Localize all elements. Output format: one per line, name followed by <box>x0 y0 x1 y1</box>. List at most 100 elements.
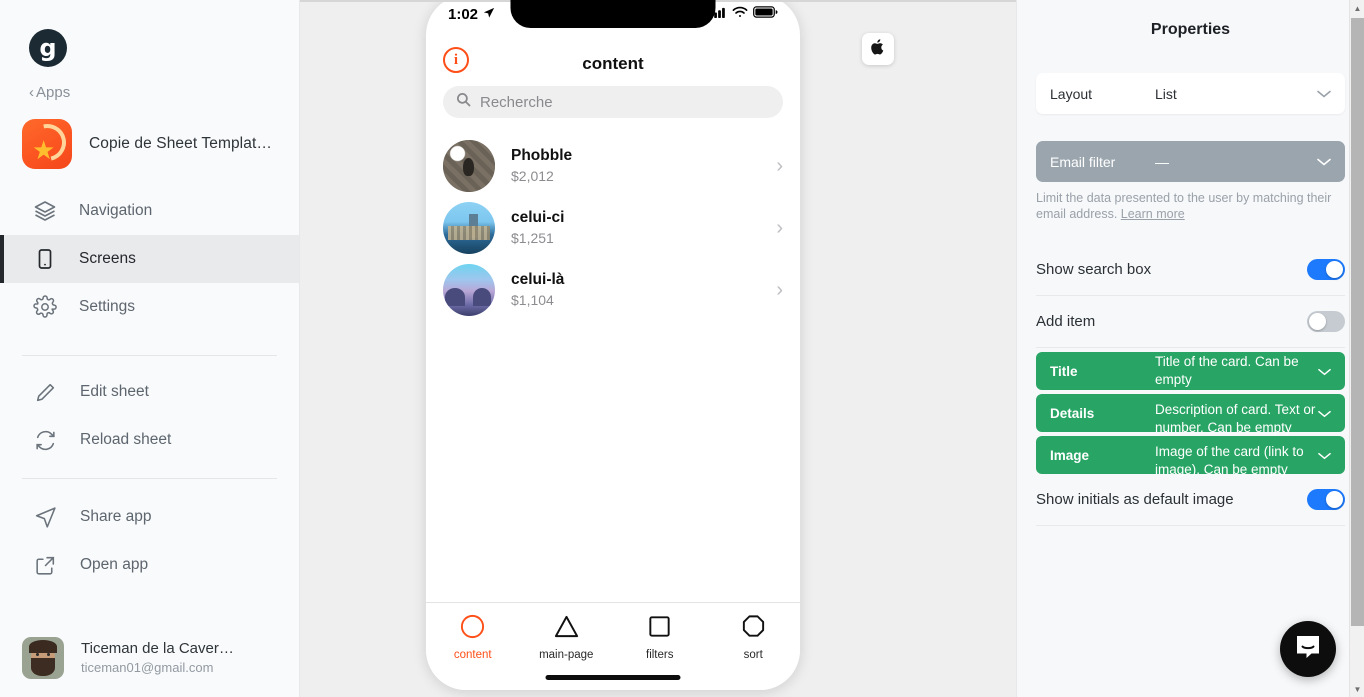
tab-label: sort <box>743 649 763 661</box>
page-title: Properties <box>1150 21 1231 38</box>
sidebar-item-edit-sheet[interactable]: Edit sheet <box>0 368 299 416</box>
show-initials-label: Show initials as default image <box>1036 491 1234 509</box>
list-item-title: celui-là <box>511 271 565 289</box>
list-item-detail: $1,104 <box>511 291 554 308</box>
sidebar-item-label: Settings <box>79 298 136 315</box>
sidebar-item-share-app[interactable]: Share app <box>0 493 299 541</box>
list-item-title: Phobble <box>511 147 573 165</box>
chevron-down-icon <box>1317 86 1331 101</box>
avatar <box>22 637 64 679</box>
user-name: Ticeman de la Caver… <box>81 640 234 658</box>
scroll-down-arrow-icon[interactable]: ▼ <box>1350 681 1364 697</box>
sidebar-item-label: Screens <box>79 250 136 267</box>
apple-icon <box>870 38 886 61</box>
image-field-label: Image <box>1050 447 1090 463</box>
triangle-icon <box>553 613 580 645</box>
email-filter-helper-text: Limit the data presented to the user by … <box>1036 191 1345 222</box>
wifi-icon <box>732 5 748 23</box>
circle-icon <box>459 613 486 645</box>
list-item-thumbnail <box>443 202 495 254</box>
learn-more-link[interactable]: Learn more <box>1121 207 1185 221</box>
chevron-left-icon: ‹ <box>29 84 34 101</box>
title-field-select[interactable]: Title Title of the card. Can be empty <box>1036 352 1345 391</box>
square-icon <box>646 613 673 645</box>
sidebar-item-label: Navigation <box>79 202 153 219</box>
layout-label: Layout <box>1050 85 1093 102</box>
show-search-box-label: Show search box <box>1036 261 1152 279</box>
back-to-apps-link[interactable]: ‹ Apps <box>29 84 70 101</box>
tab-content[interactable]: content <box>426 613 520 661</box>
search-placeholder: Recherche <box>480 93 553 111</box>
user-email: ticeman01@gmail.com <box>81 659 214 675</box>
tab-filters[interactable]: filters <box>613 613 707 661</box>
chevron-down-icon <box>1318 448 1331 463</box>
sidebar-item-settings[interactable]: Settings <box>0 283 299 331</box>
properties-panel: Properties Layout List Email filter — Li… <box>1016 0 1364 697</box>
octagon-icon <box>740 613 767 645</box>
tab-label: filters <box>646 649 674 661</box>
chevron-right-icon: › <box>776 216 783 239</box>
sidebar-item-open-app[interactable]: Open app <box>0 541 299 589</box>
refresh-icon <box>33 428 58 453</box>
sidebar-item-label: Share app <box>80 508 152 525</box>
list-item-title: celui-ci <box>511 209 565 227</box>
brand-logo[interactable]: g <box>29 29 67 67</box>
add-item-row: Add item <box>1036 296 1345 349</box>
title-field-label: Title <box>1050 363 1078 379</box>
layout-select[interactable]: Layout List <box>1036 73 1345 114</box>
intercom-launcher-button[interactable] <box>1280 621 1336 677</box>
phone-screen-title: content <box>582 54 644 73</box>
list-item-thumbnail <box>443 140 495 192</box>
chevron-down-icon <box>1318 364 1331 379</box>
chevron-right-icon: › <box>776 278 783 301</box>
email-filter-label: Email filter <box>1050 153 1116 170</box>
sidebar-item-label: Open app <box>80 556 149 573</box>
page-scrollbar[interactable]: ▲ ▼ <box>1349 0 1364 697</box>
show-initials-toggle[interactable] <box>1307 489 1345 511</box>
search-icon <box>456 92 471 112</box>
title-field-value: Title of the card. Can be empty <box>1155 354 1299 388</box>
platform-toggle-ios-button[interactable] <box>862 33 894 65</box>
sidebar-item-reload-sheet[interactable]: Reload sheet <box>0 416 299 464</box>
pencil-icon <box>33 380 58 405</box>
tab-main-page[interactable]: main-page <box>520 613 614 661</box>
image-field-select[interactable]: Image Image of the card (link to image).… <box>1036 436 1345 477</box>
gear-icon <box>33 295 57 319</box>
user-account-row[interactable]: Ticeman de la Caver… ticeman01@gmail.com <box>0 637 300 679</box>
scroll-up-arrow-icon[interactable]: ▲ <box>1350 0 1364 16</box>
show-search-box-row: Show search box <box>1036 244 1345 297</box>
list-item[interactable]: celui-ci $1,251 › <box>426 197 800 259</box>
location-arrow-icon <box>483 6 495 23</box>
chevron-down-icon <box>1317 154 1331 169</box>
phone-tab-bar: content main-page filters sort <box>426 602 800 690</box>
search-input[interactable]: Recherche <box>443 86 783 118</box>
phone-notch <box>510 0 716 28</box>
current-app-row[interactable]: Copie de Sheet Templat… <box>22 119 299 169</box>
app-icon <box>22 119 72 169</box>
phone-icon <box>33 247 57 271</box>
phone-header: i content <box>426 47 800 81</box>
add-item-label: Add item <box>1036 313 1096 331</box>
details-field-value: Description of card. Text or number. Can… <box>1155 402 1316 436</box>
show-initials-row: Show initials as default image <box>1036 474 1345 527</box>
info-icon[interactable]: i <box>443 47 469 73</box>
details-field-label: Details <box>1050 405 1095 421</box>
tab-sort[interactable]: sort <box>707 613 801 661</box>
image-field-value: Image of the card (link to image). Can b… <box>1155 444 1304 478</box>
phone-item-list: Phobble $2,012 › celui-ci $1,251 › celui… <box>426 135 800 321</box>
chevron-right-icon: › <box>776 154 783 177</box>
sidebar-item-navigation[interactable]: Navigation <box>0 187 299 235</box>
details-field-select[interactable]: Details Description of card. Text or num… <box>1036 394 1345 435</box>
show-search-box-toggle[interactable] <box>1307 259 1345 281</box>
app-name: Copie de Sheet Templat… <box>89 135 272 152</box>
scrollbar-thumb[interactable] <box>1351 18 1364 626</box>
external-link-icon <box>33 553 58 578</box>
preview-canvas: 1:02 i content Recherche Phobble $2,012 … <box>300 0 1016 697</box>
intercom-chat-icon <box>1294 633 1322 666</box>
list-item[interactable]: celui-là $1,104 › <box>426 259 800 321</box>
sidebar-item-screens[interactable]: Screens <box>0 235 299 283</box>
add-item-toggle[interactable] <box>1307 311 1345 333</box>
list-item[interactable]: Phobble $2,012 › <box>426 135 800 197</box>
layers-icon <box>33 199 57 223</box>
email-filter-select[interactable]: Email filter — <box>1036 141 1345 182</box>
